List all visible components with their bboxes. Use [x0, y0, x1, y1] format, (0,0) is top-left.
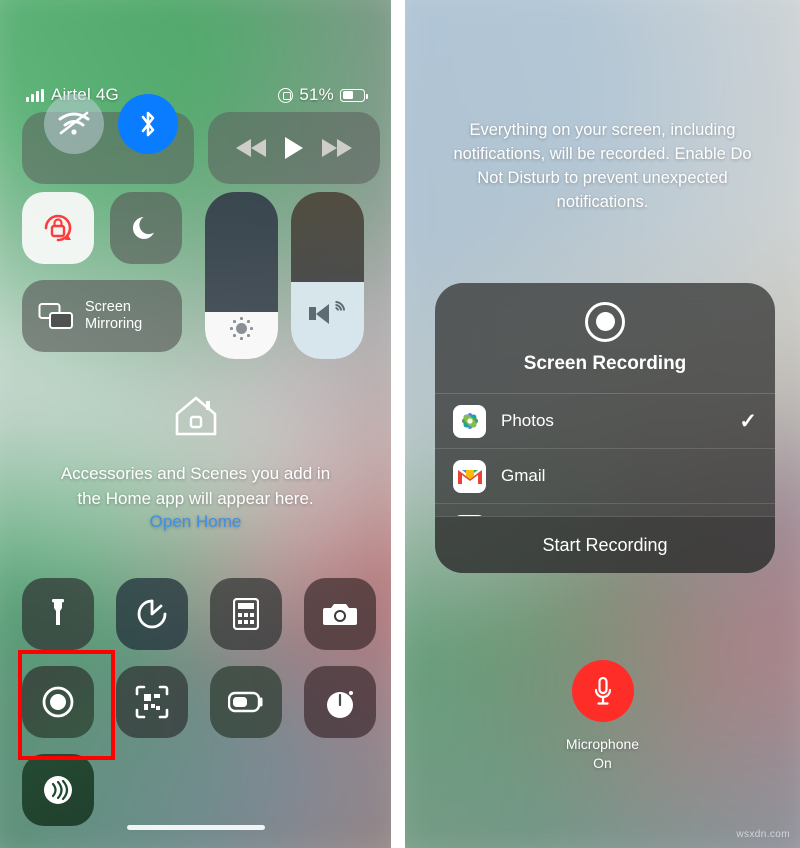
dialog-title: Screen Recording — [523, 352, 687, 374]
battery-percent-label: 51% — [299, 85, 334, 104]
home-description: Accessories and Scenes you add in the Ho… — [60, 464, 331, 508]
bluetooth-icon[interactable] — [118, 94, 178, 154]
microphone-label: Microphone — [565, 736, 640, 752]
meet-app-icon — [453, 514, 486, 516]
recording-description: Everything on your screen, including not… — [453, 121, 752, 211]
screen-mirroring-label-2: Mirroring — [85, 316, 143, 332]
screen-mirroring-tile[interactable]: Screen Mirroring — [22, 280, 182, 352]
volume-slider[interactable] — [291, 192, 364, 359]
screen-recording-highlight-box — [18, 650, 115, 760]
record-dot-icon — [585, 301, 625, 342]
screen-recording-dialog: Screen Recording Photos ✓ Gmail Start Re… — [435, 283, 775, 573]
rotation-lock-tile[interactable] — [22, 192, 94, 264]
play-icon[interactable] — [284, 137, 303, 159]
battery-icon — [340, 88, 368, 102]
start-recording-label: Start Recording — [542, 534, 668, 555]
flashlight-icon[interactable] — [22, 578, 94, 650]
list-item-label: Photos — [501, 411, 554, 430]
microphone-icon[interactable] — [571, 660, 634, 722]
cellular-bars-icon — [26, 88, 44, 102]
start-recording-button[interactable]: Start Recording — [435, 516, 775, 573]
microphone-section[interactable]: Microphone On — [405, 660, 800, 773]
dialog-header: Screen Recording — [435, 283, 775, 393]
do-not-disturb-tile[interactable] — [110, 192, 182, 264]
home-house-icon — [173, 395, 219, 437]
qr-code-scanner-icon[interactable] — [116, 666, 188, 738]
sun-icon — [230, 317, 254, 341]
microphone-state: On — [593, 755, 612, 771]
connectivity-module[interactable] — [22, 94, 194, 184]
brightness-slider[interactable] — [205, 192, 278, 359]
checkmark-icon: ✓ — [739, 409, 757, 433]
destination-app-list: Photos ✓ Gmail — [435, 393, 775, 516]
control-center-panel: Airtel 4G 51% Screen Mirroring Accessori… — [0, 0, 391, 848]
media-playback-module[interactable] — [208, 112, 380, 184]
stopwatch-icon[interactable] — [304, 666, 376, 738]
home-accessories-section: Accessories and Scenes you add in the Ho… — [0, 395, 391, 532]
open-home-link[interactable]: Open Home — [0, 512, 391, 532]
screenshot-stage: Airtel 4G 51% Screen Mirroring Accessori… — [0, 0, 800, 848]
low-power-mode-icon[interactable] — [210, 666, 282, 738]
screen-mirroring-label-1: Screen — [85, 299, 131, 315]
list-item-label: Gmail — [501, 466, 546, 485]
calculator-icon[interactable] — [210, 578, 282, 650]
list-item[interactable]: Gmail — [435, 449, 775, 504]
speaker-icon — [309, 297, 349, 325]
rewind-icon[interactable] — [235, 139, 266, 157]
moon-icon — [132, 217, 154, 239]
timer-icon[interactable] — [116, 578, 188, 650]
home-indicator — [126, 825, 265, 830]
list-item[interactable]: Meet — [435, 504, 775, 516]
wifi-off-icon[interactable] — [44, 94, 104, 154]
gmail-app-icon — [453, 459, 486, 493]
watermark: wsxdn.com — [736, 829, 790, 840]
camera-icon[interactable] — [304, 578, 376, 650]
hearing-icon[interactable] — [22, 754, 94, 826]
fast-forward-icon[interactable] — [322, 139, 353, 157]
screen-mirroring-icon — [38, 303, 73, 329]
list-item[interactable]: Photos ✓ — [435, 394, 775, 449]
rotation-lock-icon — [278, 87, 294, 103]
photos-app-icon — [453, 404, 486, 438]
screen-recording-options-panel: Everything on your screen, including not… — [405, 0, 800, 848]
